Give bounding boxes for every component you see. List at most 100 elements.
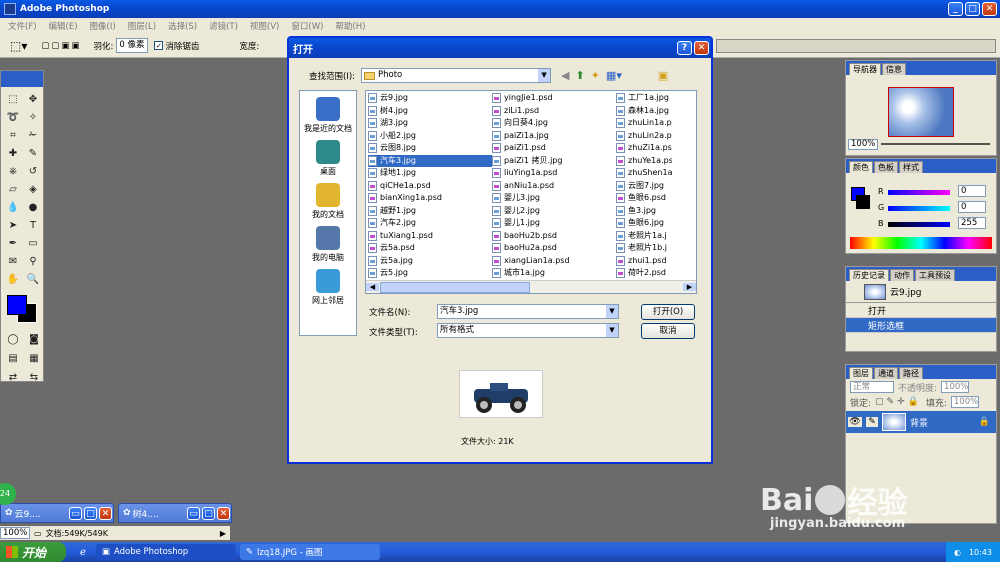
panel-tab[interactable]: 图层: [849, 367, 873, 379]
doc-minimize-button[interactable]: ▭: [69, 506, 82, 520]
screen-mode-2-icon[interactable]: ▦: [26, 350, 42, 366]
g-slider[interactable]: [888, 206, 950, 211]
status-arrow-icon[interactable]: ▶: [220, 529, 226, 538]
file-item[interactable]: 云图8.jpg: [368, 142, 492, 155]
folder-preview-icon[interactable]: ▣: [658, 69, 668, 82]
panel-tab[interactable]: 色板: [874, 161, 898, 173]
file-item[interactable]: 云9.jpg: [368, 92, 492, 105]
file-item[interactable]: zhuShen1a.: [616, 167, 672, 180]
brush-tool-icon[interactable]: ✎: [25, 145, 41, 161]
minimized-doc-window[interactable]: ✿ 云9.... ▭ □ ✕: [0, 503, 114, 523]
tray-icon[interactable]: ◐: [954, 548, 961, 557]
panel-tab[interactable]: 信息: [882, 63, 906, 75]
file-item[interactable]: baoHu2a.psd: [492, 242, 616, 255]
file-item[interactable]: 鱼3.jpg: [616, 205, 672, 218]
file-item[interactable]: paiZi1a.jpg: [492, 130, 616, 143]
snapshot-name[interactable]: 云9.jpg: [890, 285, 922, 298]
menu-item[interactable]: 选择(S): [168, 20, 197, 32]
navigator-zoom[interactable]: 100%: [848, 138, 878, 150]
horizontal-scrollbar[interactable]: ◀ ▶: [366, 280, 696, 293]
file-item[interactable]: 小船2.jpg: [368, 130, 492, 143]
menu-item[interactable]: 编辑(E): [49, 20, 78, 32]
file-item[interactable]: 绿地1.jpg: [368, 167, 492, 180]
pen-tool-icon[interactable]: ✒: [5, 235, 21, 251]
layer-row-background[interactable]: 👁 ✎ 背景 🔒: [846, 411, 996, 433]
file-item[interactable]: 城市1a.jpg: [492, 267, 616, 278]
file-item[interactable]: xiangLian1a.psd: [492, 255, 616, 268]
dodge-tool-icon[interactable]: ●: [25, 199, 41, 215]
magic-wand-icon[interactable]: ✧: [25, 109, 41, 125]
menu-item[interactable]: 文件(F): [8, 20, 37, 32]
shape-tool-icon[interactable]: ▭: [25, 235, 41, 251]
lasso-tool-icon[interactable]: ➰: [5, 109, 21, 125]
screen-mode-1-icon[interactable]: ▤: [5, 350, 21, 366]
close-button[interactable]: ✕: [982, 2, 997, 16]
jump-to-imageready-icon[interactable]: ⇄: [5, 369, 21, 385]
back-icon[interactable]: ◀: [561, 69, 569, 82]
eyedropper-icon[interactable]: ⚲: [25, 253, 41, 269]
cancel-button[interactable]: 取消: [641, 323, 695, 339]
healing-brush-icon[interactable]: ✚: [5, 145, 21, 161]
blend-mode-select[interactable]: 正常: [850, 381, 894, 393]
file-item[interactable]: 湖3.jpg: [368, 117, 492, 130]
file-item[interactable]: 鱼眼6.jpg: [616, 217, 672, 230]
marquee-tool-icon[interactable]: ⬚▾: [10, 39, 27, 53]
file-item[interactable]: 汽车3.jpg: [368, 154, 492, 167]
doc-minimize-button[interactable]: ▭: [187, 506, 200, 520]
doc-restore-button[interactable]: □: [202, 506, 215, 520]
opacity-input[interactable]: 100%: [941, 381, 970, 393]
file-item[interactable]: 老照片1b.j: [616, 242, 672, 255]
chevron-down-icon[interactable]: ▼: [606, 324, 618, 337]
hand-tool-icon[interactable]: ✋: [5, 271, 21, 287]
menu-item[interactable]: 图层(L): [128, 20, 156, 32]
lookin-select[interactable]: Photo ▼: [361, 68, 552, 83]
path-select-icon[interactable]: ➤: [5, 217, 21, 233]
file-item[interactable]: zhuYe1a.psd: [616, 155, 672, 168]
g-value[interactable]: 0: [958, 201, 986, 213]
file-item[interactable]: zhui1.psd: [616, 255, 672, 268]
file-item[interactable]: bianXing1a.psd: [368, 192, 492, 205]
place-my-computer[interactable]: 我的电脑: [300, 226, 356, 263]
file-item[interactable]: liuYing1a.psd: [492, 167, 616, 180]
menu-item[interactable]: 视图(V): [250, 20, 279, 32]
status-zoom[interactable]: 100%: [0, 527, 30, 539]
file-item[interactable]: 工厂1a.jpg: [616, 92, 672, 105]
crop-tool-icon[interactable]: ⌗: [5, 127, 21, 143]
panel-tab[interactable]: 导航器: [849, 63, 881, 75]
file-item[interactable]: qiCHe1a.psd: [368, 180, 492, 193]
open-button[interactable]: 打开(O): [641, 304, 695, 320]
place-recent-docs[interactable]: 我是近的文档: [300, 97, 356, 134]
menu-item[interactable]: 图像(I): [90, 20, 116, 32]
menu-item[interactable]: 滤镜(T): [209, 20, 238, 32]
file-item[interactable]: yingJie1.psd: [492, 92, 616, 105]
color-swatches[interactable]: [7, 295, 37, 325]
history-item[interactable]: 矩形选框: [846, 318, 996, 333]
panel-tab[interactable]: 颜色: [849, 161, 873, 173]
r-value[interactable]: 0: [958, 185, 986, 197]
file-item[interactable]: 越野1.jpg: [368, 205, 492, 218]
chevron-down-icon[interactable]: ▼: [606, 305, 618, 318]
place-desktop[interactable]: 桌面: [300, 140, 356, 177]
file-item[interactable]: tuXiang1.psd: [368, 230, 492, 243]
panel-tab[interactable]: 路径: [899, 367, 923, 379]
paint-bucket-icon[interactable]: ◈: [25, 181, 41, 197]
feather-input[interactable]: 0 像素: [116, 38, 149, 53]
taskbar-item[interactable]: ▣ Adobe Photoshop: [95, 544, 236, 560]
scroll-thumb[interactable]: [380, 281, 530, 293]
clone-stamp-icon[interactable]: ⎈: [5, 163, 21, 179]
file-item[interactable]: 婴儿2.jpg: [492, 205, 616, 218]
doc-close-button[interactable]: ✕: [99, 506, 112, 520]
panel-tab[interactable]: 工具预设: [915, 269, 955, 281]
type-tool-icon[interactable]: T: [25, 217, 41, 233]
jump-icon[interactable]: ⇆: [26, 369, 42, 385]
file-item[interactable]: 荷叶2.psd: [616, 267, 672, 278]
file-item[interactable]: 云5a.psd: [368, 242, 492, 255]
file-item[interactable]: baoHu2b.psd: [492, 230, 616, 243]
file-item[interactable]: 云5a.jpg: [368, 255, 492, 268]
taskbar-item[interactable]: ✎ lzq18.JPG - 画图: [239, 544, 380, 560]
zoom-slider[interactable]: [881, 143, 990, 145]
file-item[interactable]: 森林1a.jpg: [616, 105, 672, 118]
b-value[interactable]: 255: [958, 217, 986, 229]
layer-name[interactable]: 背景: [910, 416, 928, 429]
notes-tool-icon[interactable]: ✉: [5, 253, 21, 269]
